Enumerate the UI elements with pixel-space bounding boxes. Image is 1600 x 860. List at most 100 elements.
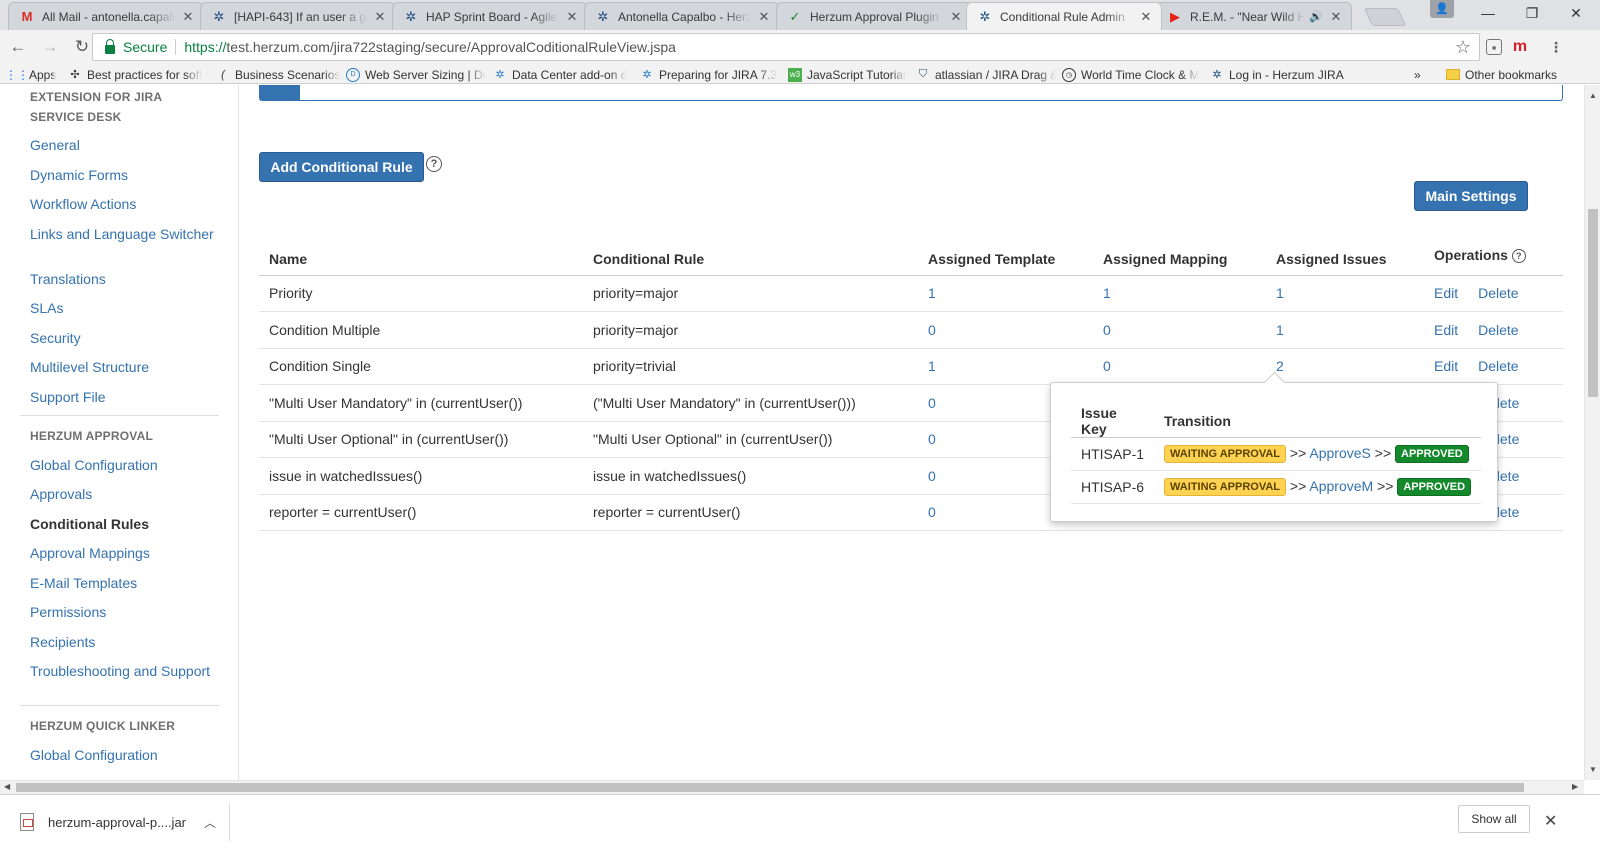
scrollbar-thumb[interactable]: [16, 783, 1524, 792]
bookmark-icon: ✣: [70, 69, 80, 81]
extension-m-icon[interactable]: m: [1510, 37, 1530, 57]
restore-icon[interactable]: ❐: [1510, 0, 1554, 26]
scroll-down-arrow-icon[interactable]: ▼: [1589, 765, 1597, 774]
assigned-mapping-link[interactable]: 0: [1103, 358, 1111, 374]
sidebar-item-security[interactable]: Security: [30, 330, 220, 346]
sidebar-item-dynamic-forms[interactable]: Dynamic Forms: [30, 167, 220, 183]
rule-condition: reporter = currentUser(): [583, 494, 918, 531]
sidebar-item-troubleshooting-support[interactable]: Troubleshooting and Support: [30, 663, 220, 679]
bookmark-star-icon[interactable]: ☆: [1455, 37, 1471, 58]
audio-playing-icon[interactable]: 🔊: [1309, 10, 1323, 23]
sidebar-item-global-configuration[interactable]: Global Configuration: [30, 457, 220, 473]
bookmarks-overflow-icon[interactable]: »: [1414, 66, 1428, 83]
sidebar-item-permissions[interactable]: Permissions: [30, 604, 220, 620]
bookmark-item[interactable]: D Web Server Sizing | De: [346, 66, 486, 83]
delete-link[interactable]: Delete: [1478, 358, 1518, 374]
browser-tab[interactable]: ✲ Antonella Capalbo - Herz ✕: [584, 2, 780, 30]
scroll-left-arrow-icon[interactable]: ◀: [4, 782, 10, 791]
sidebar-item-translations[interactable]: Translations: [30, 271, 220, 287]
window-close-icon[interactable]: ✕: [1554, 0, 1598, 26]
bookmark-item[interactable]: ( Business Scenarios: [216, 66, 340, 83]
download-item[interactable]: herzum-approval-p....jar ︿: [8, 803, 230, 841]
bookmark-item[interactable]: ✲ Preparing for JIRA 7.3: [640, 66, 780, 83]
main-settings-button[interactable]: Main Settings: [1414, 181, 1528, 211]
browser-tab-active[interactable]: ✲ Conditional Rule Admin ✕: [966, 2, 1162, 30]
sidebar-item-conditional-rules[interactable]: Conditional Rules: [30, 516, 220, 532]
browser-tab[interactable]: ▶ R.E.M. - "Near Wild He 🔊 ✕: [1156, 2, 1352, 30]
sidebar-item-recipients[interactable]: Recipients: [30, 634, 220, 650]
bookmark-item[interactable]: ✲ Data Center add-on d: [493, 66, 631, 83]
browser-tab[interactable]: ✲ [HAPI-643] If an user a g ✕: [200, 2, 396, 30]
bookmark-other[interactable]: Other bookmarks: [1446, 66, 1566, 83]
sidebar-item-email-templates[interactable]: E-Mail Templates: [30, 575, 220, 591]
edit-link[interactable]: Edit: [1434, 358, 1458, 374]
transition-action-link[interactable]: ApproveS: [1309, 445, 1370, 461]
sidebar-item-workflow-actions[interactable]: Workflow Actions: [30, 196, 220, 212]
assigned-mapping-link[interactable]: 0: [1103, 322, 1111, 338]
close-icon[interactable]: ✕: [373, 9, 387, 25]
edit-link[interactable]: Edit: [1434, 322, 1458, 338]
bookmark-item[interactable]: ✣ Best practices for soft: [68, 66, 208, 83]
sidebar-item-approval-mappings[interactable]: Approval Mappings: [30, 545, 220, 561]
browser-tab[interactable]: ✲ HAP Sprint Board - Agile ✕: [392, 2, 588, 30]
close-icon[interactable]: ✕: [757, 9, 771, 25]
vertical-scrollbar[interactable]: ▲ ▼: [1584, 85, 1600, 780]
show-all-downloads-button[interactable]: Show all: [1458, 805, 1530, 833]
assigned-issues-link[interactable]: 1: [1276, 285, 1284, 301]
close-icon[interactable]: ✕: [1329, 9, 1343, 25]
sidebar-item-links-language-switcher[interactable]: Links and Language Switcher: [30, 226, 220, 242]
back-icon[interactable]: ←: [4, 33, 32, 61]
youtube-icon: ▶: [1170, 8, 1180, 24]
browser-tab[interactable]: M All Mail - antonella.capalbo ✕: [8, 2, 204, 30]
edit-link[interactable]: Edit: [1434, 285, 1458, 301]
scrollbar-thumb[interactable]: [1588, 209, 1598, 397]
address-bar[interactable]: Secure https:// test.herzum.com/jira722s…: [92, 33, 1480, 61]
close-shelf-icon[interactable]: ✕: [1544, 811, 1557, 831]
assigned-issues-link[interactable]: 1: [1276, 322, 1284, 338]
minimize-icon[interactable]: —: [1466, 0, 1510, 26]
sidebar-item-slas[interactable]: SLAs: [30, 300, 220, 316]
bookmark-item[interactable]: ✲ Log in - Herzum JIRA: [1210, 66, 1348, 83]
bookmark-item[interactable]: ◷ World Time Clock & M: [1062, 66, 1200, 83]
jira-icon: ✲: [405, 8, 417, 24]
close-icon[interactable]: ✕: [565, 9, 579, 25]
assigned-issues-link[interactable]: 2: [1276, 358, 1284, 374]
new-tab-button[interactable]: [1363, 8, 1407, 26]
assigned-template-link[interactable]: 1: [928, 358, 936, 374]
extension-icon[interactable]: ▪: [1486, 39, 1502, 55]
close-icon[interactable]: ✕: [181, 9, 195, 25]
transition-action-link[interactable]: ApproveM: [1309, 478, 1373, 494]
assigned-template-link[interactable]: 0: [928, 468, 936, 484]
close-icon[interactable]: ✕: [1139, 9, 1153, 25]
assigned-template-link[interactable]: 0: [928, 431, 936, 447]
close-icon[interactable]: ✕: [949, 9, 963, 25]
scroll-right-arrow-icon[interactable]: ▶: [1572, 782, 1578, 791]
assigned-template-link[interactable]: 0: [928, 504, 936, 520]
assigned-template-link[interactable]: 0: [928, 322, 936, 338]
assigned-template-link[interactable]: 1: [928, 285, 936, 301]
assigned-mapping-link[interactable]: 1: [1103, 285, 1111, 301]
menu-kebab-icon[interactable]: ⋮: [1546, 37, 1566, 57]
sidebar-item-multilevel-structure[interactable]: Multilevel Structure: [30, 359, 220, 375]
forward-icon[interactable]: →: [36, 33, 64, 61]
horizontal-scrollbar[interactable]: ◀ ▶: [0, 780, 1584, 794]
add-conditional-rule-button[interactable]: Add Conditional Rule: [259, 152, 424, 182]
help-icon[interactable]: ?: [1511, 248, 1526, 263]
browser-tab[interactable]: ✓ Herzum Approval Plugin ✕: [776, 2, 972, 30]
table-row: HTISAP-6 WAITING APPROVAL >> ApproveM >>…: [1071, 470, 1482, 504]
profile-icon[interactable]: 👤: [1430, 0, 1454, 18]
help-icon[interactable]: ?: [426, 156, 442, 172]
assigned-template-link[interactable]: 0: [928, 395, 936, 411]
delete-link[interactable]: Delete: [1478, 285, 1518, 301]
sidebar-item-support-file[interactable]: Support File: [30, 389, 220, 405]
sidebar-item-quick-linker-global-configuration[interactable]: Global Configuration: [30, 747, 220, 763]
sidebar-item-general[interactable]: General: [30, 137, 220, 153]
delete-link[interactable]: Delete: [1478, 322, 1518, 338]
bookmark-item[interactable]: ⛉ atlassian / JIRA Drag &: [916, 66, 1056, 83]
bookmark-item[interactable]: w3 JavaScript Tutorial: [788, 66, 910, 83]
chevron-up-icon[interactable]: ︿: [204, 814, 216, 831]
download-file-name: herzum-approval-p....jar: [48, 814, 186, 830]
sidebar-item-approvals[interactable]: Approvals: [30, 486, 220, 502]
bookmark-apps[interactable]: ⋮⋮ Apps: [10, 66, 62, 83]
scroll-up-arrow-icon[interactable]: ▲: [1589, 91, 1597, 100]
